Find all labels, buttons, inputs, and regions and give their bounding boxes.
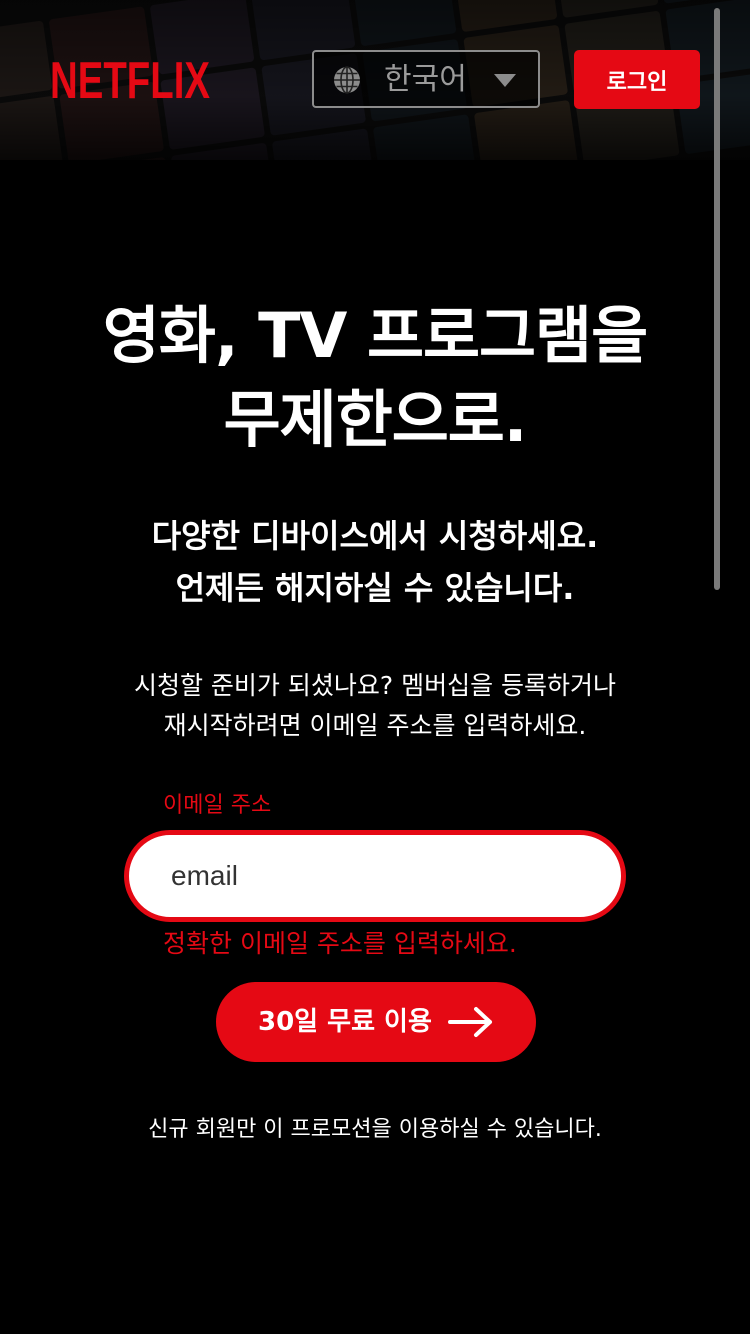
promo-note: 신규 회원만 이 프로모션을 이용하실 수 있습니다. [148,1117,602,1142]
cta-prompt-line: 재시작하려면 이메일 주소를 입력하세요. [163,711,587,740]
netflix-logo[interactable]: NETFLIX [48,52,212,106]
chevron-down-icon [494,74,516,87]
arrow-right-icon [448,1007,492,1037]
hero-title-line: 영화, TV 프로그램을 [102,299,648,372]
hero-subtitle-line: 다양한 디바이스에서 시청하세요. [151,517,599,555]
start-free-trial-button[interactable]: 30일 무료 이용 [216,982,536,1062]
start-free-trial-label: 30일 무료 이용 [258,1007,432,1037]
email-field[interactable] [124,830,626,922]
svg-text:NETFLIX: NETFLIX [50,52,210,106]
email-error-message: 정확한 이메일 주소를 입력하세요. [163,929,517,958]
page-scrollbar[interactable] [714,8,720,590]
hero-subtitle: 다양한 디바이스에서 시청하세요. 언제든 해지하실 수 있습니다. [40,510,710,614]
hero-title: 영화, TV 프로그램을 무제한으로. [40,294,710,462]
cta-prompt-line: 시청할 준비가 되셨나요? 멤버십을 등록하거나 [133,671,617,700]
cta-prompt: 시청할 준비가 되셨나요? 멤버십을 등록하거나 재시작하려면 이메일 주소를 … [40,666,710,746]
hero-title-line: 무제한으로. [223,383,528,456]
language-select-value: 한국어 [384,62,467,97]
hero-subtitle-line: 언제든 해지하실 수 있습니다. [175,569,575,607]
netflix-landing-page: NETFLIX 한국어 로그인 영화, TV 프로그램을 무제한으로. 다양한 … [0,0,750,1334]
email-field-label: 이메일 주소 [163,793,272,818]
top-header: NETFLIX 한국어 로그인 [0,0,750,160]
language-select[interactable]: 한국어 [312,50,540,108]
globe-icon [334,66,360,94]
login-button[interactable]: 로그인 [574,50,700,109]
